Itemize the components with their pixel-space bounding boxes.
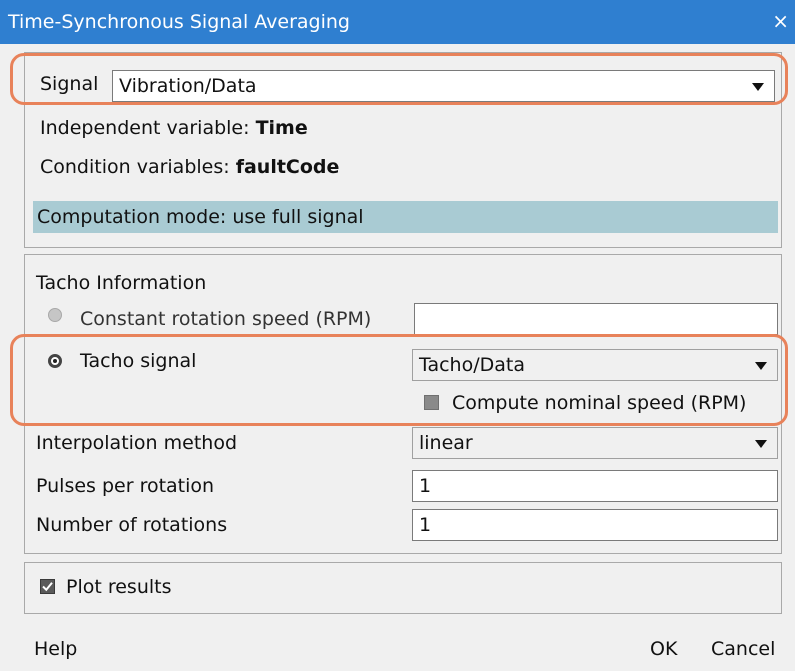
rotations-input[interactable]: 1	[412, 509, 778, 541]
tacho-signal-dropdown-value: Tacho/Data	[419, 354, 525, 376]
pulses-input-value: 1	[419, 475, 432, 497]
computation-mode-bar[interactable]: Computation mode: use full signal	[33, 201, 778, 233]
pulses-input[interactable]: 1	[412, 470, 778, 502]
compute-nominal-checkbox[interactable]	[424, 395, 439, 410]
constant-speed-input[interactable]	[414, 303, 778, 335]
tacho-signal-label: Tacho signal	[80, 350, 197, 372]
compute-nominal-label: Compute nominal speed (RPM)	[452, 392, 747, 414]
signal-dropdown-value: Vibration/Data	[119, 75, 257, 97]
chevron-down-icon	[752, 83, 764, 91]
title-bar: Time-Synchronous Signal Averaging ×	[0, 0, 795, 44]
cancel-button[interactable]: Cancel	[711, 638, 775, 660]
chevron-down-icon	[755, 440, 767, 448]
tacho-signal-dropdown[interactable]: Tacho/Data	[412, 349, 778, 381]
interpolation-label: Interpolation method	[36, 432, 238, 454]
pulses-label: Pulses per rotation	[36, 475, 215, 497]
chevron-down-icon	[755, 362, 767, 370]
plot-results-checkbox[interactable]	[40, 579, 55, 594]
tacho-signal-radio[interactable]	[48, 354, 62, 368]
checkmark-icon	[42, 582, 53, 592]
constant-speed-label: Constant rotation speed (RPM)	[80, 308, 372, 330]
constant-speed-radio[interactable]	[48, 308, 62, 322]
condition-variables-value: faultCode	[235, 156, 340, 178]
independent-variable-text: Independent variable: Time	[40, 117, 308, 139]
independent-variable-label: Independent variable:	[40, 117, 256, 139]
close-icon[interactable]: ×	[772, 9, 789, 33]
help-button[interactable]: Help	[34, 638, 77, 660]
tacho-heading: Tacho Information	[36, 272, 207, 294]
window-title: Time-Synchronous Signal Averaging	[8, 11, 350, 33]
plot-results-label: Plot results	[66, 576, 172, 598]
interpolation-dropdown[interactable]: linear	[412, 427, 778, 459]
signal-dropdown[interactable]: Vibration/Data	[112, 70, 775, 102]
computation-mode-text: Computation mode: use full signal	[37, 206, 364, 228]
independent-variable-value: Time	[255, 117, 308, 139]
condition-variables-label: Condition variables:	[40, 156, 236, 178]
interpolation-dropdown-value: linear	[419, 432, 473, 454]
signal-label: Signal	[40, 73, 99, 95]
ok-button[interactable]: OK	[650, 638, 677, 660]
rotations-label: Number of rotations	[36, 514, 228, 536]
rotations-input-value: 1	[419, 514, 432, 536]
condition-variables-text: Condition variables: faultCode	[40, 156, 339, 178]
